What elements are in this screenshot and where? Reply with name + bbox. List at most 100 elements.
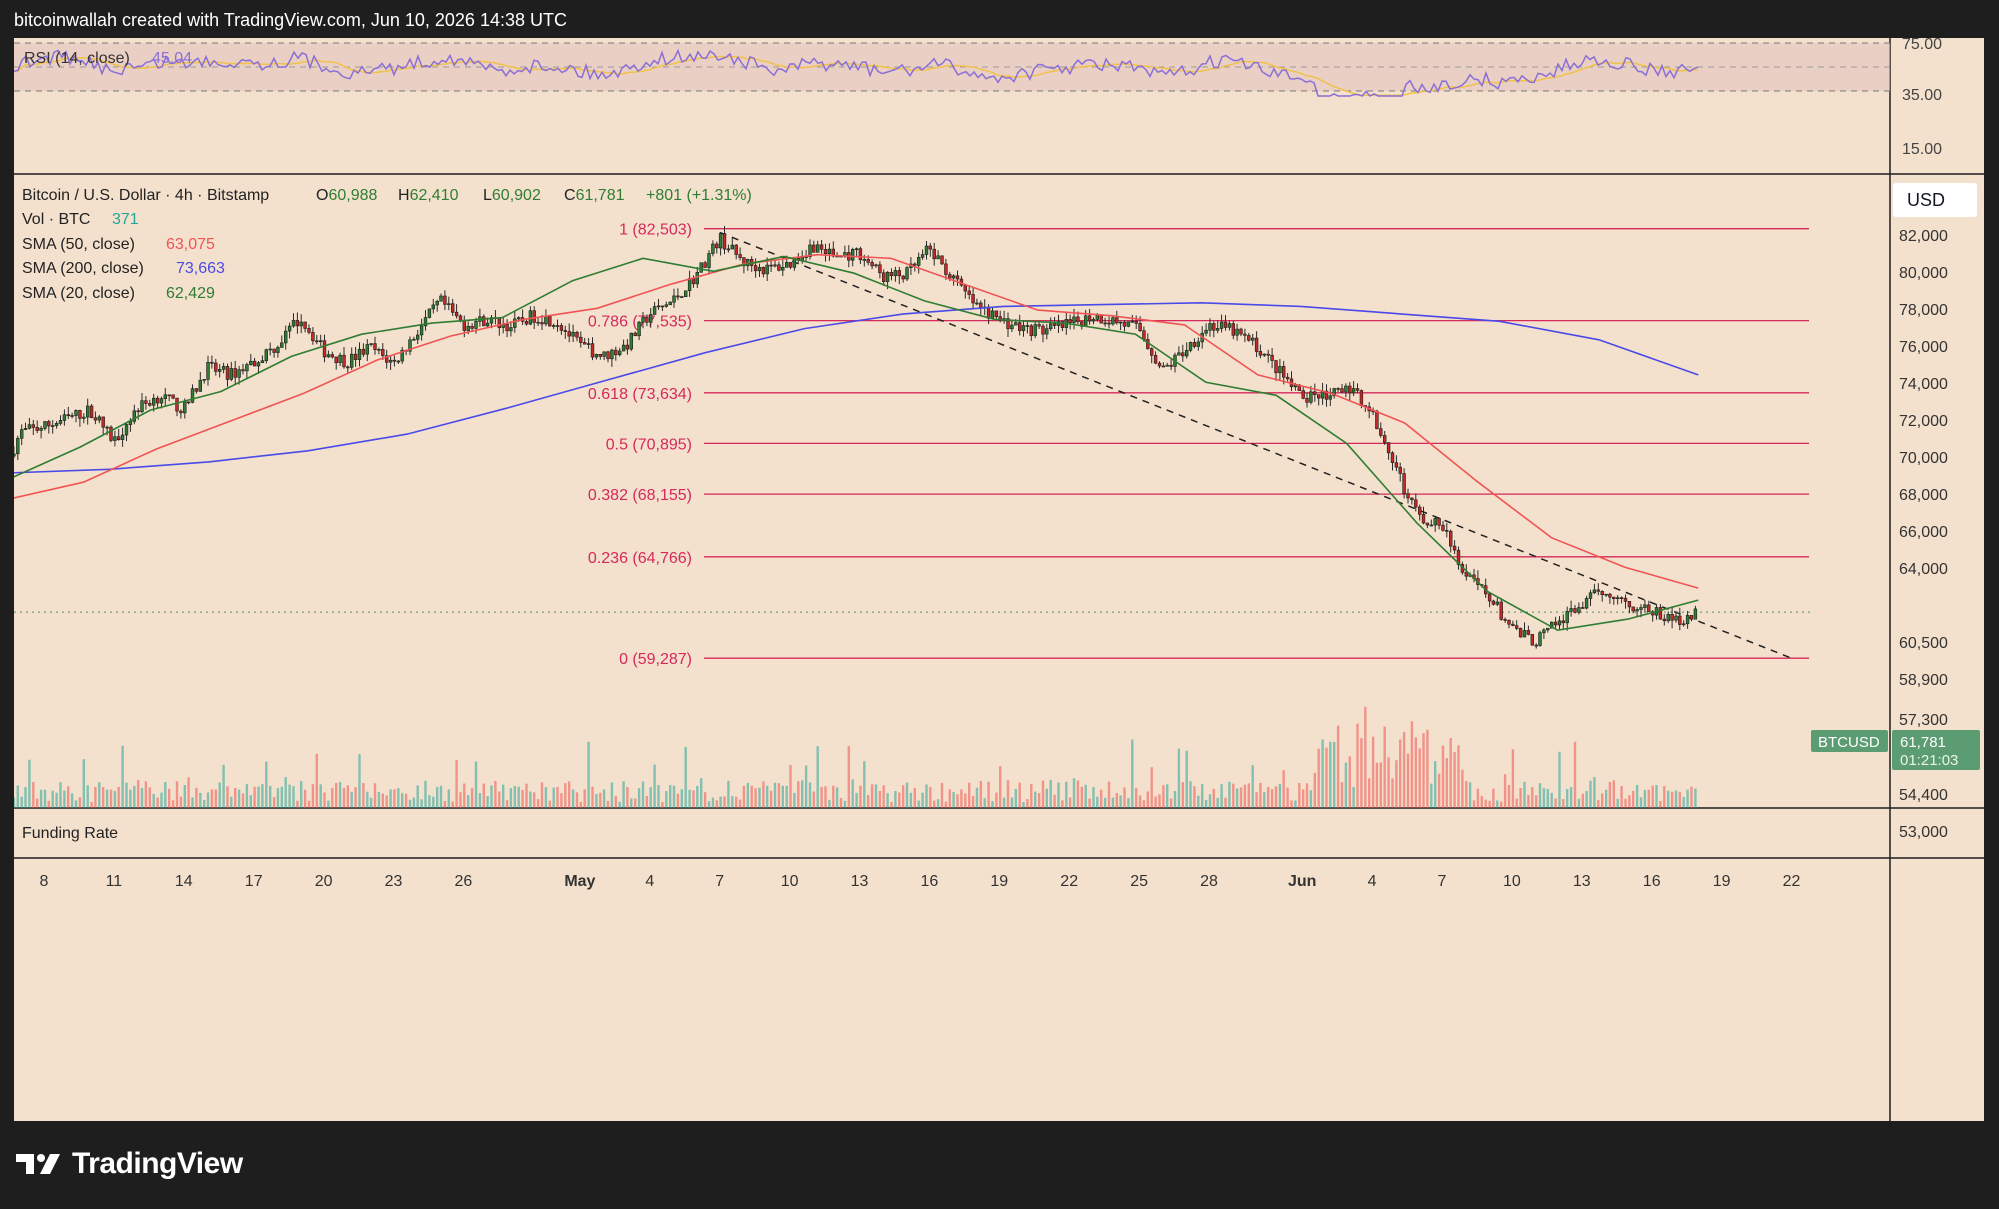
candle	[1588, 592, 1593, 599]
candle	[695, 272, 700, 285]
fib-label: 0.5 (70,895)	[606, 436, 692, 453]
volume-bar	[634, 798, 637, 808]
candle	[252, 360, 257, 367]
candle	[260, 360, 265, 364]
volume-bars	[12, 706, 1697, 808]
candle	[1359, 390, 1364, 406]
volume-bar	[160, 792, 163, 808]
candle	[482, 316, 486, 327]
candle	[1045, 328, 1049, 335]
rsi-panel: RSI (14, close) 45.04 75.00 35.00 15.00	[13, 36, 1942, 158]
volume-bar	[696, 786, 699, 808]
time-axis[interactable]: 8 11 14 17 20 23 26 May 4 7 10 13 16 19 22 25 28 Jun 4 7 10 1…	[40, 873, 1801, 890]
candle	[373, 343, 377, 350]
candle	[1503, 619, 1507, 621]
candle	[144, 400, 148, 404]
volume-bar	[1387, 757, 1390, 808]
volume-bar	[1566, 789, 1569, 808]
price-tick-label: 54,400	[1899, 787, 1948, 804]
volume-bar	[630, 798, 633, 808]
volume-bar	[1360, 738, 1363, 808]
volume-bar	[1282, 770, 1285, 808]
candle	[878, 264, 882, 274]
volume-bar	[78, 797, 82, 808]
volume-bar	[133, 786, 136, 808]
candle	[318, 340, 323, 343]
volume-bar	[1313, 772, 1316, 808]
volume-bar	[1305, 783, 1309, 808]
volume-bar	[529, 791, 532, 808]
descending-trendline[interactable]	[719, 231, 1792, 659]
volume-bar	[669, 785, 672, 808]
candle	[365, 344, 369, 355]
volume-bar	[1612, 780, 1615, 808]
price-badge: BTCUSD 61,781 01:21:03	[1811, 730, 1980, 770]
candle	[78, 410, 82, 419]
volume-bar	[70, 793, 74, 808]
candle	[703, 262, 707, 268]
volume-bar	[1208, 794, 1212, 808]
time-tick-label: 7	[1438, 873, 1447, 890]
volume-bar	[241, 793, 245, 808]
candle	[1219, 321, 1224, 329]
time-tick-label: 20	[315, 873, 333, 890]
candle	[516, 317, 521, 320]
price-tick-label: 53,000	[1899, 824, 1948, 841]
candle	[738, 254, 742, 258]
price-tick-label: 68,000	[1899, 487, 1948, 504]
time-tick-label: 10	[781, 873, 799, 890]
volume-bar	[1014, 788, 1017, 808]
currency-button[interactable]: USD	[1893, 183, 1977, 217]
volume-bar	[579, 801, 582, 808]
chart-canvas[interactable]: RSI (14, close) 45.04 75.00 35.00 15.00 …	[9, 36, 1984, 1121]
volume-bar	[812, 791, 815, 808]
candle	[1569, 608, 1573, 612]
candle	[89, 405, 94, 418]
candle	[676, 295, 680, 298]
volume-bar	[1371, 736, 1375, 808]
time-tick-label: 13	[851, 873, 869, 890]
candle	[1254, 337, 1259, 352]
volume-bar	[1010, 797, 1014, 808]
volume-bar	[847, 746, 850, 808]
candle	[866, 259, 870, 263]
candle	[602, 351, 606, 357]
volume-bar	[785, 785, 788, 808]
candle	[1487, 593, 1492, 602]
volume-bar	[257, 786, 260, 808]
candle	[1518, 627, 1523, 638]
volume-bar	[292, 786, 295, 808]
candle	[299, 321, 303, 327]
candle	[1165, 364, 1169, 367]
volume-bar	[521, 789, 524, 808]
time-tick-label: Jun	[1288, 873, 1316, 890]
volume-bar	[424, 780, 427, 808]
tradingview-logo[interactable]: TradingView	[16, 1147, 243, 1181]
candle	[1507, 619, 1511, 625]
candle	[485, 322, 490, 327]
candle	[920, 254, 925, 258]
volume-bar	[1068, 797, 1072, 808]
volume-bar	[564, 783, 567, 808]
candles	[12, 226, 1698, 649]
volume-bar	[404, 793, 408, 808]
candle	[897, 270, 902, 277]
candle	[1251, 337, 1255, 341]
candle	[1394, 462, 1399, 468]
volume-bar	[1651, 785, 1654, 808]
volume-bar	[661, 802, 664, 808]
candle	[183, 401, 187, 414]
candle	[1138, 322, 1142, 331]
candle	[295, 320, 300, 327]
volume-bar	[168, 788, 171, 808]
volume-bar	[1290, 800, 1293, 808]
volume-bar	[684, 746, 687, 808]
volume-bar	[1123, 787, 1126, 808]
volume-bar	[700, 778, 703, 808]
volume-bar	[381, 793, 384, 808]
volume-bar	[199, 792, 202, 808]
candle	[1266, 353, 1270, 356]
candle	[559, 325, 564, 331]
candle	[691, 278, 696, 285]
volume-bar	[870, 784, 874, 808]
